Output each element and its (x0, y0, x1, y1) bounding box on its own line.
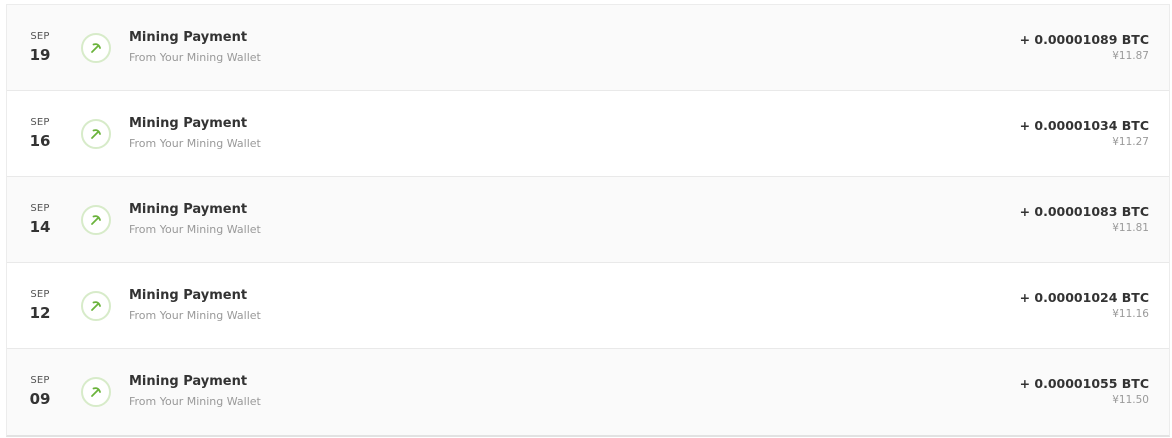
amount-fiat: ¥11.87 (1112, 50, 1149, 62)
amount-btc: + 0.00001034 BTC (1019, 118, 1149, 133)
transaction-date: SEP 16 (20, 117, 60, 151)
transaction-date: SEP 14 (20, 203, 60, 237)
transaction-amounts: + 0.00001089 BTC ¥11.87 (1020, 32, 1149, 63)
amount-btc: + 0.00001083 BTC (1019, 204, 1149, 219)
transaction-subtitle: From Your Mining Wallet (129, 51, 261, 64)
transaction-subtitle: From Your Mining Wallet (129, 137, 261, 150)
date-month: SEP (30, 117, 50, 128)
transaction-list: SEP 19 Mining Payment From Your Mining W… (6, 4, 1170, 437)
transaction-row[interactable]: SEP 09 Mining Payment From Your Mining W… (7, 349, 1169, 435)
date-day: 19 (29, 46, 51, 64)
date-month: SEP (30, 375, 50, 386)
amount-btc: + 0.00001089 BTC (1019, 32, 1149, 47)
date-day: 12 (29, 304, 51, 322)
transaction-info: Mining Payment From Your Mining Wallet (129, 373, 261, 409)
transaction-row[interactable]: SEP 12 Mining Payment From Your Mining W… (7, 263, 1169, 349)
transaction-info: Mining Payment From Your Mining Wallet (129, 287, 261, 323)
transaction-date: SEP 09 (20, 375, 60, 409)
transaction-title: Mining Payment (129, 288, 248, 303)
amount-fiat: ¥11.27 (1112, 136, 1149, 148)
transaction-title: Mining Payment (129, 374, 248, 389)
transaction-info: Mining Payment From Your Mining Wallet (129, 201, 261, 237)
amount-btc: + 0.00001055 BTC (1019, 376, 1149, 391)
pickaxe-icon (81, 205, 111, 235)
date-day: 16 (29, 132, 51, 150)
amount-fiat: ¥11.81 (1112, 222, 1149, 234)
transaction-amounts: + 0.00001024 BTC ¥11.16 (1020, 290, 1149, 321)
transaction-row[interactable]: SEP 19 Mining Payment From Your Mining W… (7, 5, 1169, 91)
pickaxe-icon (81, 119, 111, 149)
transaction-subtitle: From Your Mining Wallet (129, 309, 261, 322)
pickaxe-icon (81, 291, 111, 321)
transaction-subtitle: From Your Mining Wallet (129, 223, 261, 236)
transaction-info: Mining Payment From Your Mining Wallet (129, 115, 261, 151)
transaction-title: Mining Payment (129, 202, 248, 217)
transaction-date: SEP 12 (20, 289, 60, 323)
pickaxe-icon (81, 377, 111, 407)
transaction-info: Mining Payment From Your Mining Wallet (129, 29, 261, 65)
transaction-amounts: + 0.00001083 BTC ¥11.81 (1020, 204, 1149, 235)
date-month: SEP (30, 203, 50, 214)
amount-fiat: ¥11.50 (1112, 394, 1149, 406)
transaction-date: SEP 19 (20, 31, 60, 65)
transaction-subtitle: From Your Mining Wallet (129, 395, 261, 408)
date-day: 14 (29, 218, 51, 236)
date-month: SEP (30, 289, 50, 300)
pickaxe-icon (81, 33, 111, 63)
transaction-amounts: + 0.00001034 BTC ¥11.27 (1020, 118, 1149, 149)
transaction-title: Mining Payment (129, 116, 248, 131)
transaction-amounts: + 0.00001055 BTC ¥11.50 (1020, 376, 1149, 407)
transaction-title: Mining Payment (129, 30, 248, 45)
date-day: 09 (29, 390, 51, 408)
transaction-row[interactable]: SEP 16 Mining Payment From Your Mining W… (7, 91, 1169, 177)
date-month: SEP (30, 31, 50, 42)
amount-fiat: ¥11.16 (1112, 308, 1149, 320)
amount-btc: + 0.00001024 BTC (1019, 290, 1149, 305)
transaction-row[interactable]: SEP 14 Mining Payment From Your Mining W… (7, 177, 1169, 263)
